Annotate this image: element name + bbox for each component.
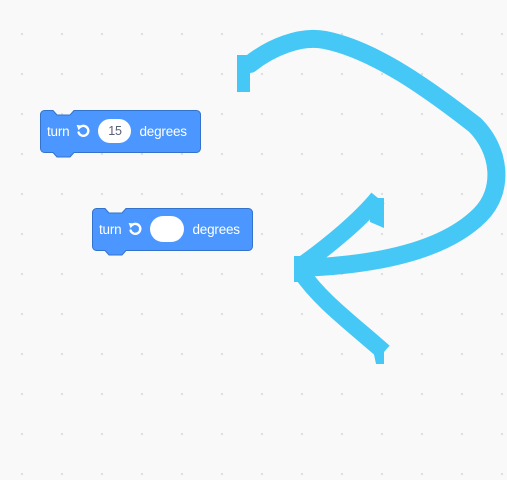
rotate-left-icon	[126, 220, 144, 238]
degrees-label: degrees	[192, 221, 240, 237]
rotate-left-icon	[74, 122, 92, 140]
turn-label: turn	[47, 123, 70, 139]
degrees-input[interactable]	[150, 216, 185, 242]
degrees-label: degrees	[139, 123, 187, 139]
degrees-input[interactable]: 15	[98, 119, 132, 143]
turn-label: turn	[99, 221, 122, 237]
turn-left-block[interactable]: turn 15 degrees	[40, 110, 201, 158]
turn-left-block-copy[interactable]: turn degrees	[92, 208, 253, 256]
